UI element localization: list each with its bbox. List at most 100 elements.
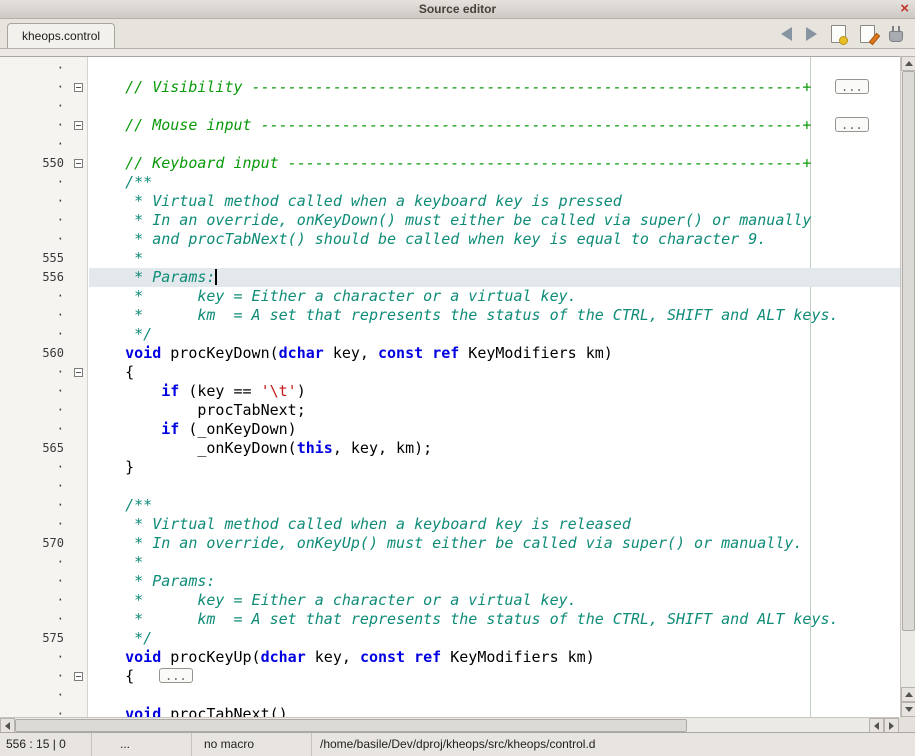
line-dot: · bbox=[0, 572, 64, 591]
line-dot: · bbox=[0, 648, 64, 667]
scroll-left-icon[interactable] bbox=[0, 718, 15, 733]
code-token: (key == bbox=[179, 382, 260, 400]
horizontal-scrollbar[interactable] bbox=[0, 717, 899, 732]
code-line[interactable]: /** bbox=[89, 173, 900, 192]
folded-code-hint[interactable]: ... bbox=[835, 79, 869, 94]
code-line[interactable]: * key = Either a character or a virtual … bbox=[89, 287, 900, 306]
code-token: dchar bbox=[279, 344, 324, 362]
code-line[interactable]: * km = A set that represents the status … bbox=[89, 306, 900, 325]
code-line[interactable]: procTabNext; bbox=[89, 401, 900, 420]
save-document-icon[interactable] bbox=[831, 25, 846, 43]
line-dot: · bbox=[0, 306, 64, 325]
line-dot: · bbox=[0, 458, 64, 477]
code-token bbox=[89, 382, 161, 400]
code-token: * bbox=[89, 249, 143, 267]
code-token: // Mouse input -------------------------… bbox=[89, 116, 811, 134]
code-line[interactable]: */ bbox=[89, 325, 900, 344]
code-line[interactable]: * In an override, onKeyUp() must either … bbox=[89, 534, 900, 553]
code-token: // Visibility --------------------------… bbox=[89, 78, 811, 96]
code-line[interactable]: * and procTabNext() should be called whe… bbox=[89, 230, 900, 249]
line-dot: · bbox=[0, 667, 64, 686]
tab-bar: kheops.control bbox=[0, 19, 915, 49]
code-line[interactable] bbox=[89, 477, 900, 496]
fold-marker-icon[interactable] bbox=[74, 121, 83, 130]
code-line[interactable]: * bbox=[89, 553, 900, 572]
fold-marker-icon[interactable] bbox=[74, 672, 83, 681]
code-line[interactable]: // Visibility --------------------------… bbox=[89, 78, 900, 97]
tab-kheops-control[interactable]: kheops.control bbox=[7, 23, 115, 48]
go-forward-icon[interactable] bbox=[806, 27, 817, 41]
code-line[interactable]: * bbox=[89, 249, 900, 268]
line-dot: · bbox=[0, 363, 64, 382]
gutter-row: · bbox=[0, 648, 87, 667]
vertical-scrollbar[interactable] bbox=[900, 56, 915, 717]
code-line[interactable]: * km = A set that represents the status … bbox=[89, 610, 900, 629]
editor[interactable]: ·····550····555556···560····565····570··… bbox=[0, 56, 900, 717]
folded-code-hint[interactable]: ... bbox=[835, 117, 869, 132]
titlebar[interactable]: Source editor × bbox=[0, 0, 915, 19]
code-line[interactable] bbox=[89, 59, 900, 78]
code-pane[interactable]: // Visibility --------------------------… bbox=[89, 57, 900, 717]
line-number: 565 bbox=[0, 439, 64, 458]
code-token: '\t' bbox=[261, 382, 297, 400]
code-line[interactable]: {... bbox=[89, 667, 900, 686]
scroll-left-icon-2[interactable] bbox=[869, 718, 884, 733]
folded-code-hint[interactable]: ... bbox=[159, 668, 193, 683]
code-line[interactable]: // Keyboard input ----------------------… bbox=[89, 154, 900, 173]
code-line[interactable]: */ bbox=[89, 629, 900, 648]
code-line[interactable] bbox=[89, 686, 900, 705]
gutter-row: 556 bbox=[0, 268, 87, 287]
code-line[interactable]: * Params: bbox=[89, 572, 900, 591]
code-line[interactable]: /** bbox=[89, 496, 900, 515]
code-line[interactable]: * In an override, onKeyDown() must eithe… bbox=[89, 211, 900, 230]
code-token bbox=[89, 648, 125, 666]
gutter-row: 550 bbox=[0, 154, 87, 173]
file-path: /home/basile/Dev/dproj/kheops/src/kheops… bbox=[312, 733, 915, 756]
line-dot: · bbox=[0, 401, 64, 420]
code-line[interactable]: _onKeyDown(this, key, km); bbox=[89, 439, 900, 458]
code-line[interactable]: void procKeyDown(dchar key, const ref Ke… bbox=[89, 344, 900, 363]
code-line[interactable]: * Params: bbox=[89, 268, 900, 287]
code-token: /** bbox=[89, 496, 152, 514]
line-number: 575 bbox=[0, 629, 64, 648]
macro-status: no macro bbox=[192, 733, 312, 756]
scroll-up-icon[interactable] bbox=[901, 56, 915, 71]
code-line[interactable]: * Virtual method called when a keyboard … bbox=[89, 192, 900, 211]
code-token: if bbox=[161, 420, 179, 438]
code-line[interactable]: * key = Either a character or a virtual … bbox=[89, 591, 900, 610]
fold-marker-icon[interactable] bbox=[74, 159, 83, 168]
fold-marker-icon[interactable] bbox=[74, 368, 83, 377]
fold-marker-icon[interactable] bbox=[74, 83, 83, 92]
gutter-row: · bbox=[0, 458, 87, 477]
gutter-row: · bbox=[0, 515, 87, 534]
code-line[interactable]: void procTabNext() bbox=[89, 705, 900, 717]
scroll-down-icon[interactable] bbox=[901, 702, 915, 717]
close-icon[interactable]: × bbox=[900, 0, 909, 18]
scroll-right-icon[interactable] bbox=[884, 718, 899, 733]
code-line[interactable]: * Virtual method called when a keyboard … bbox=[89, 515, 900, 534]
line-dot: · bbox=[0, 477, 64, 496]
code-token: { bbox=[89, 667, 134, 685]
code-line[interactable]: // Mouse input -------------------------… bbox=[89, 116, 900, 135]
code-token: * key = Either a character or a virtual … bbox=[89, 591, 577, 609]
go-back-icon[interactable] bbox=[781, 27, 792, 41]
code-line[interactable] bbox=[89, 135, 900, 154]
line-dot: · bbox=[0, 97, 64, 116]
code-line[interactable]: if (key == '\t') bbox=[89, 382, 900, 401]
vertical-scrollbar-thumb[interactable] bbox=[902, 71, 915, 631]
code-line[interactable]: } bbox=[89, 458, 900, 477]
scrollbar-corner bbox=[899, 717, 915, 732]
code-line[interactable]: void procKeyUp(dchar key, const ref KeyM… bbox=[89, 648, 900, 667]
detach-plug-icon[interactable] bbox=[889, 31, 903, 42]
scroll-up-icon-2[interactable] bbox=[901, 687, 915, 702]
save-document-as-icon[interactable] bbox=[860, 25, 875, 43]
code-line[interactable] bbox=[89, 97, 900, 116]
gutter-row: · bbox=[0, 667, 87, 686]
line-dot: · bbox=[0, 287, 64, 306]
code-line[interactable]: if (_onKeyDown) bbox=[89, 420, 900, 439]
horizontal-scrollbar-thumb[interactable] bbox=[15, 719, 687, 732]
gutter-row: · bbox=[0, 306, 87, 325]
line-dot: · bbox=[0, 420, 64, 439]
code-line[interactable]: { bbox=[89, 363, 900, 382]
code-token bbox=[89, 344, 125, 362]
